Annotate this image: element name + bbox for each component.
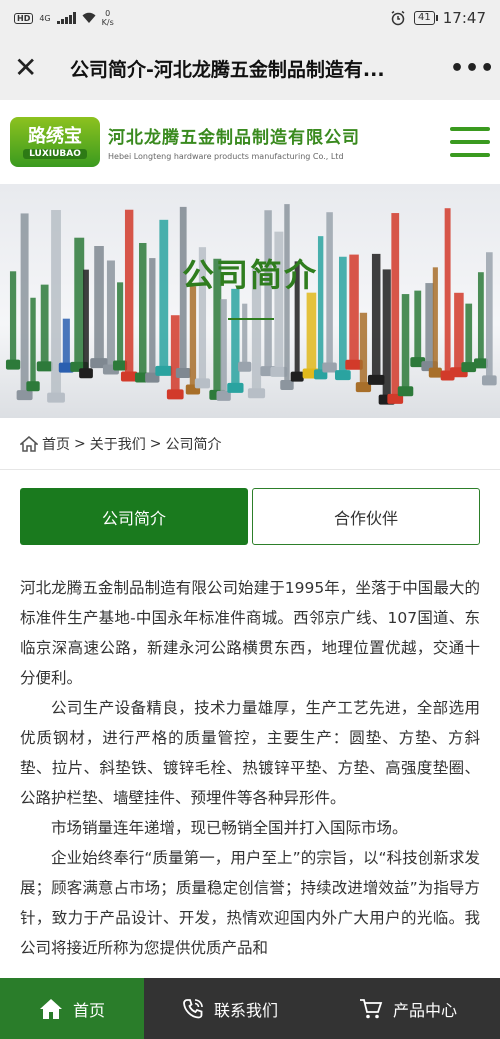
paragraph-2: 公司生产设备精良，技术力量雄厚，生产工艺先进，全部选用优质钢材，进行严格的质量管… [20, 699, 480, 807]
nav-home[interactable]: 首页 [0, 978, 144, 1039]
wifi-icon [82, 12, 96, 23]
screw-head [335, 370, 351, 381]
screw-head [155, 365, 173, 376]
screw-shaft [40, 284, 49, 366]
breadcrumb-home[interactable]: 首页 [42, 434, 70, 454]
screw-shaft [30, 297, 36, 386]
paragraph-4: 企业始终奉行“质量第一，用户至上”的宗旨，以“科技创新求发展；顾客满意占市场；质… [20, 849, 480, 957]
article-content: 河北龙腾五金制品制造有限公司始建于1995年，坐落于中国最大的标准件生产基地-中… [0, 545, 500, 963]
screw-head [79, 368, 93, 379]
alarm-icon [391, 10, 405, 26]
banner: 公司简介 [0, 184, 500, 418]
nav-contact-label: 联系我们 [213, 1000, 278, 1020]
nav-products-label: 产品中心 [392, 1000, 457, 1020]
breadcrumb-separator: > [149, 435, 162, 452]
screw-head [166, 389, 184, 400]
company-name-block: 河北龙腾五金制品制造有限公司 Hebei Longteng hardware p… [108, 123, 450, 161]
status-bar: HD 4G 0 K/s 41 17:47 [0, 0, 500, 36]
screw-head [194, 378, 211, 389]
screw-head [397, 386, 414, 397]
site-header: 路绣宝 LUXIUBAO 河北龙腾五金制品制造有限公司 Hebei Longte… [0, 100, 500, 184]
screw-shaft [414, 290, 422, 362]
screw-shaft [359, 312, 368, 387]
nav-contact[interactable]: 联系我们 [144, 978, 316, 1039]
screw-head [473, 358, 488, 369]
nav-home-label: 首页 [72, 1000, 105, 1020]
paragraph-1: 河北龙腾五金制品制造有限公司始建于1995年，坐落于中国最大的标准件生产基地-中… [20, 579, 480, 687]
screw-head [36, 361, 53, 372]
screw-head [120, 371, 138, 382]
network-speed: 0 K/s [102, 9, 114, 27]
screw-shaft [20, 213, 29, 395]
screw-head [322, 362, 337, 373]
screw-shaft [189, 286, 197, 389]
status-left: HD 4G 0 K/s [14, 9, 114, 27]
screw-shaft [220, 299, 227, 395]
screw-head [227, 382, 244, 393]
screw-shaft [306, 292, 317, 373]
screw-head [247, 388, 266, 399]
screw-shaft [170, 315, 180, 394]
battery-icon: 41 [414, 11, 438, 25]
browser-title-bar: ✕ 公司简介-河北龙腾五金制品制造有... ••• [0, 36, 500, 100]
company-name-cn: 河北龙腾五金制品制造有限公司 [108, 128, 360, 148]
site-logo[interactable]: 路绣宝 LUXIUBAO [10, 117, 100, 167]
banner-underline [228, 318, 274, 320]
tab-partners[interactable]: 合作伙伴 [252, 488, 480, 545]
logo-text: 路绣宝 [28, 125, 82, 147]
page-title: 公司简介-河北龙腾五金制品制造有... [70, 58, 385, 81]
screw-shaft [231, 288, 240, 387]
screw-shaft [454, 292, 464, 372]
section-tabs: 公司简介 合作伙伴 [0, 488, 500, 545]
network-type: 4G [39, 13, 51, 23]
screw-shaft [391, 213, 400, 398]
nav-products[interactable]: 产品中心 [316, 978, 500, 1039]
tab-company-intro[interactable]: 公司简介 [20, 488, 248, 545]
speed-value: 0 [105, 9, 111, 18]
more-options-icon[interactable]: ••• [450, 56, 494, 81]
paragraph-3: 市场销量连年递增，现已畅销全国并打入国际市场。 [51, 819, 408, 837]
phone-icon [183, 998, 203, 1018]
hd-badge: HD [14, 12, 34, 24]
bottom-nav: 首页 联系我们 产品中心 [0, 978, 500, 1039]
logo-subtext: LUXIUBAO [23, 148, 87, 159]
status-right: 41 17:47 [390, 9, 486, 27]
screw-head [26, 381, 40, 392]
company-name-en: Hebei Longteng hardware products manufac… [108, 152, 344, 161]
screw-head [461, 362, 477, 373]
breadcrumb-separator: > [74, 435, 86, 452]
screw-shaft [62, 318, 70, 367]
screw-head [482, 375, 497, 386]
screw-head [238, 361, 252, 372]
screw-head [175, 367, 191, 378]
screw-head [290, 371, 304, 382]
banner-title: 公司简介 [181, 256, 318, 294]
screw-head [16, 390, 33, 401]
screw-head [367, 374, 385, 385]
speed-unit: K/s [101, 18, 114, 27]
screw-head [47, 392, 65, 403]
screw-head [428, 367, 442, 378]
home-icon [39, 998, 62, 1019]
breadcrumb-current[interactable]: 公司简介 [165, 434, 221, 454]
screw-head [280, 379, 294, 390]
cart-icon [359, 998, 383, 1018]
clock: 17:47 [442, 9, 486, 27]
screw-head [5, 359, 21, 370]
screw-shaft [242, 303, 248, 366]
close-icon[interactable]: ✕ [14, 54, 54, 82]
screws-banner-image [5, 204, 497, 405]
hamburger-menu-icon[interactable] [450, 127, 490, 157]
breadcrumb: 首页 > 关于我们 > 公司简介 [0, 418, 500, 470]
breadcrumb-about[interactable]: 关于我们 [90, 434, 146, 454]
home-icon [20, 435, 38, 452]
signal-icon [56, 12, 76, 24]
screw-shaft [465, 303, 473, 367]
screw-shaft [401, 294, 410, 391]
